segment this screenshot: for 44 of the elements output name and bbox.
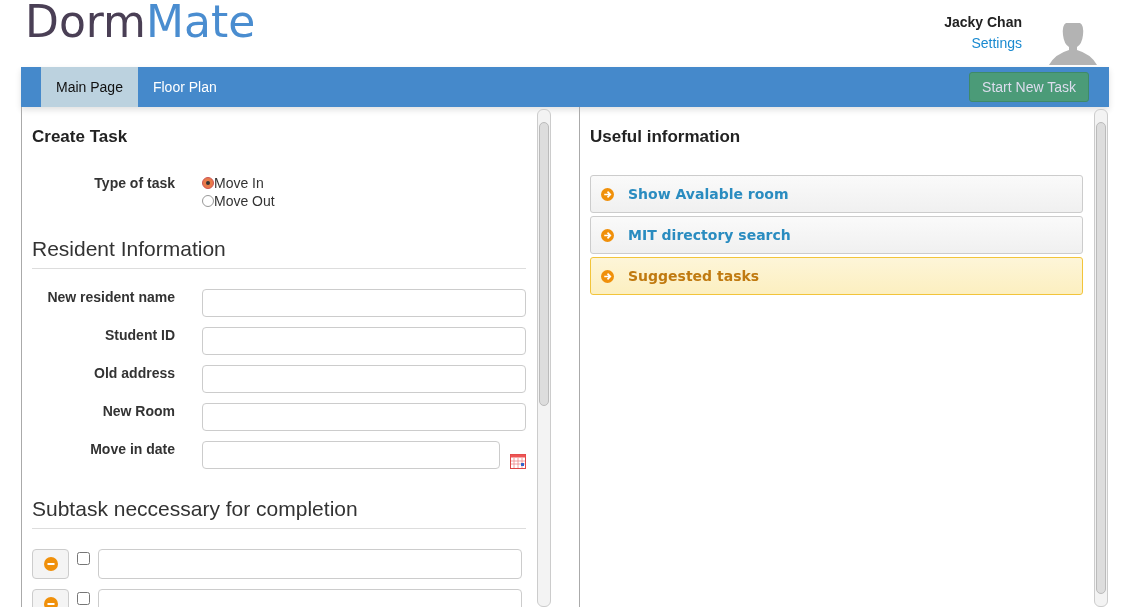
radio-icon[interactable] bbox=[202, 177, 214, 189]
arrow-circle-icon bbox=[601, 228, 614, 242]
nav-tab[interactable]: Main Page bbox=[41, 67, 138, 107]
field-label: Type of task bbox=[93, 175, 176, 193]
subtask-checkbox[interactable] bbox=[77, 592, 90, 605]
date-input-field[interactable] bbox=[202, 441, 500, 469]
accordion-item-label: Show Avalable room bbox=[628, 186, 789, 202]
arrow-circle-icon bbox=[601, 187, 614, 201]
accordion-item[interactable]: MIT directory search bbox=[590, 216, 1083, 254]
field-label: Student ID bbox=[104, 327, 176, 343]
arrow-circle-icon bbox=[601, 269, 614, 283]
calendar-icon[interactable] bbox=[510, 453, 526, 469]
text-input-field[interactable] bbox=[202, 403, 526, 431]
text-input-field[interactable] bbox=[202, 327, 526, 355]
accordion-item[interactable]: Show Avalable room bbox=[590, 175, 1083, 213]
radio-option[interactable]: Move Out bbox=[202, 193, 275, 209]
logo-text-accent: Mate bbox=[146, 0, 256, 47]
field-label: Move in date bbox=[89, 441, 176, 457]
avatar-silhouette-icon bbox=[1048, 23, 1098, 65]
remove-subtask-button[interactable] bbox=[32, 549, 69, 579]
text-input-field[interactable] bbox=[202, 365, 526, 393]
scrollbar[interactable] bbox=[537, 109, 551, 607]
minus-circle-icon bbox=[43, 557, 58, 571]
accordion-item-label: MIT directory search bbox=[628, 227, 791, 243]
subtask-input-field[interactable] bbox=[98, 549, 522, 579]
subtask-checkbox[interactable] bbox=[77, 552, 90, 565]
section-title: Create Task bbox=[32, 127, 129, 147]
user-name: Jacky Chan bbox=[944, 14, 1022, 30]
section-heading: Resident Information bbox=[32, 237, 526, 269]
field-label: New resident name bbox=[46, 289, 176, 305]
scrollbar[interactable] bbox=[1094, 109, 1108, 607]
field-label: Old address bbox=[93, 365, 176, 381]
accordion-item[interactable]: Suggested tasks bbox=[590, 257, 1083, 295]
nav-tab[interactable]: Floor Plan bbox=[137, 67, 232, 107]
radio-icon[interactable] bbox=[202, 195, 214, 207]
field-label: New Room bbox=[101, 403, 176, 419]
logo-text: Dorm bbox=[25, 0, 146, 47]
radio-option[interactable]: Move In bbox=[202, 175, 275, 191]
section-heading: Subtask neccessary for completion bbox=[32, 497, 526, 529]
text-input-field[interactable] bbox=[202, 289, 526, 317]
accordion-item-label: Suggested tasks bbox=[628, 268, 760, 284]
settings-link[interactable]: Settings bbox=[971, 35, 1022, 51]
start-new-task-button[interactable]: Start New Task bbox=[969, 72, 1089, 102]
section-title: Useful information bbox=[590, 127, 742, 147]
